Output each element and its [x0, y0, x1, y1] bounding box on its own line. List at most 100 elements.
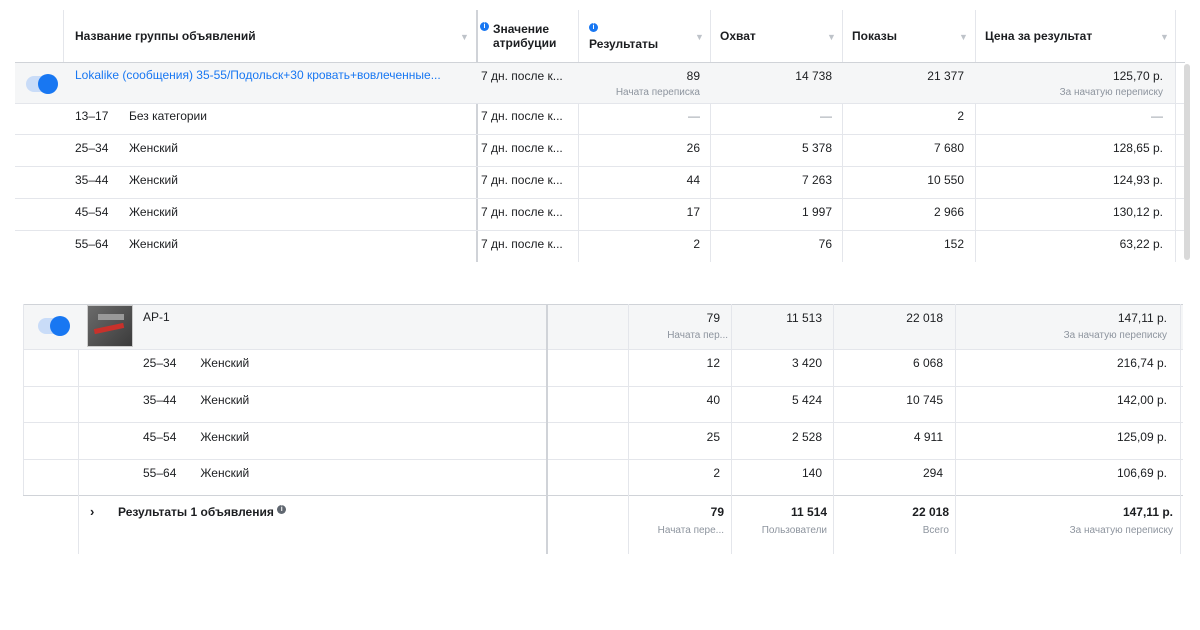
attribution-value: 7 дн. после к... [481, 205, 563, 219]
cost-sub-label: За начатую переписку [1059, 87, 1163, 98]
impressions-value: 6 068 [912, 356, 943, 370]
impressions-value: 22 018 [906, 311, 943, 325]
gender: Женский [129, 173, 178, 187]
age-gender-label: 45–54 Женский [75, 205, 470, 219]
cost-value: 147,11 р. [1117, 311, 1167, 325]
header-ad-set-name[interactable]: Название группы объявлений [75, 29, 455, 43]
ad-set-name-link[interactable]: Lokalike (сообщения) 35-55/Подольск+30 к… [75, 68, 470, 82]
age-range: 45–54 [143, 430, 177, 444]
cost-value: 106,69 р. [1116, 466, 1167, 480]
age-range: 13–17 [75, 109, 109, 123]
age-range: 25–34 [75, 141, 109, 155]
gender: Женский [200, 466, 250, 480]
impressions-value: 10 550 [927, 173, 964, 187]
attribution-value: 7 дн. после к... [481, 173, 563, 187]
results-value: 2 [693, 237, 700, 251]
results-value: 44 [686, 173, 700, 187]
age-gender-label: 55–64 Женский [143, 466, 538, 480]
reach-value: 5 424 [791, 393, 822, 407]
reach-value: 2 528 [791, 430, 822, 444]
cost-value: 147,11 р. [1122, 505, 1173, 519]
caret-down-icon[interactable]: ▼ [959, 32, 968, 42]
results-sub-label: Начата пере... [657, 525, 724, 536]
age-gender-label: 45–54 Женский [143, 430, 538, 444]
cost-value: 125,09 р. [1116, 430, 1167, 444]
impressions-value: 2 [957, 109, 964, 123]
age-gender-label: 25–34 Женский [75, 141, 470, 155]
ad-name[interactable]: AP-1 [143, 310, 523, 324]
age-gender-label: 35–44 Женский [143, 393, 538, 407]
cost-value: 125,70 р. [1112, 69, 1163, 83]
gender: Женский [129, 141, 178, 155]
gender: Женский [129, 205, 178, 219]
age-range: 45–54 [75, 205, 109, 219]
summary-label: Результаты 1 объявления i [118, 505, 538, 519]
results-sub-label: Начата пер... [667, 330, 728, 341]
cost-sub-label: За начатую переписку [1063, 330, 1167, 341]
cost-value: 142,00 р. [1116, 393, 1167, 407]
header-cost-per-result[interactable]: Цена за результат [985, 29, 1155, 43]
cost-value: 216,74 р. [1116, 356, 1167, 370]
header-impressions[interactable]: Показы [852, 29, 952, 43]
header-attribution[interactable]: Значение атрибуции [479, 22, 577, 50]
impressions-sub-label: Всего [922, 525, 949, 536]
reach-value: 76 [818, 237, 832, 251]
ad-thumbnail[interactable] [87, 305, 133, 347]
age-gender-label: 13–17 Без категории [75, 109, 470, 123]
vertical-scrollbar[interactable] [1184, 64, 1190, 260]
header-results[interactable]: Результаты [589, 37, 689, 51]
reach-sub-label: Пользователи [761, 525, 827, 536]
impressions-value: 7 680 [933, 141, 964, 155]
chevron-right-icon[interactable]: › [90, 504, 94, 519]
gender: Без категории [129, 109, 207, 123]
attribution-value: 7 дн. после к... [481, 141, 563, 155]
results-value: 79 [710, 505, 724, 519]
reach-value: 5 378 [801, 141, 832, 155]
attribution-value: 7 дн. после к... [481, 69, 563, 83]
cost-value: 63,22 р. [1119, 237, 1163, 251]
toggle-on-icon[interactable] [38, 316, 70, 336]
header-reach[interactable]: Охват [720, 29, 820, 43]
age-gender-label: 25–34 Женский [143, 356, 538, 370]
results-value: 79 [706, 311, 720, 325]
age-range: 55–64 [75, 237, 109, 251]
results-value: 12 [706, 356, 720, 370]
cost-value: 128,65 р. [1112, 141, 1163, 155]
caret-down-icon[interactable]: ▼ [1160, 32, 1169, 42]
results-value: 25 [706, 430, 720, 444]
reach-value: 3 420 [791, 356, 822, 370]
impressions-value: 21 377 [927, 69, 964, 83]
results-sub-label: Начата переписка [615, 87, 700, 98]
gender: Женский [129, 237, 178, 251]
age-gender-label: 35–44 Женский [75, 173, 470, 187]
caret-down-icon[interactable]: ▼ [695, 32, 704, 42]
cost-value: — [1151, 109, 1163, 123]
results-value: 40 [706, 393, 720, 407]
attribution-value: 7 дн. после к... [481, 237, 563, 251]
impressions-value: 2 966 [933, 205, 964, 219]
cost-value: 124,93 р. [1112, 173, 1163, 187]
gender: Женский [200, 356, 250, 370]
impressions-value: 10 745 [906, 393, 943, 407]
age-range: 55–64 [143, 466, 177, 480]
reach-value: 11 513 [786, 311, 822, 325]
results-value: 2 [713, 466, 720, 480]
reach-value: 7 263 [801, 173, 832, 187]
summary-label-text[interactable]: Результаты 1 объявления [118, 505, 274, 519]
results-value: 17 [686, 205, 700, 219]
age-range: 25–34 [143, 356, 177, 370]
results-value: 89 [686, 69, 700, 83]
reach-value: 140 [801, 466, 822, 480]
age-range: 35–44 [75, 173, 109, 187]
results-value: — [688, 109, 700, 123]
caret-down-icon[interactable]: ▼ [460, 32, 469, 42]
impressions-value: 152 [943, 237, 964, 251]
info-icon[interactable]: i [277, 505, 287, 514]
reach-value: 1 997 [801, 205, 832, 219]
age-range: 35–44 [143, 393, 177, 407]
impressions-value: 4 911 [913, 430, 943, 444]
toggle-on-icon[interactable] [26, 74, 58, 94]
gender: Женский [200, 393, 250, 407]
caret-down-icon[interactable]: ▼ [827, 32, 836, 42]
reach-value: 11 514 [790, 505, 827, 519]
